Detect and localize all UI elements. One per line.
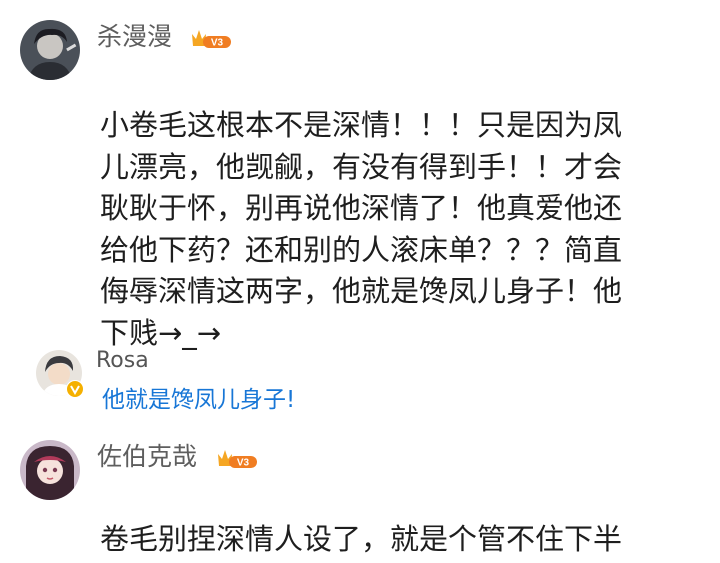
comment-text-line: 侮辱深情这两字，他就是馋凤儿身子！他 xyxy=(100,274,623,308)
svg-text:V3: V3 xyxy=(237,458,250,469)
crown-icon: V3 xyxy=(192,30,231,49)
avatar[interactable] xyxy=(20,440,80,500)
verified-v-icon xyxy=(66,380,84,398)
comment-username[interactable]: 杀漫漫 xyxy=(97,22,172,52)
comment-text-line: 给他下药？还和别的人滚床单？？？简直 xyxy=(100,232,623,267)
comment-username[interactable]: 佐伯克哉 xyxy=(97,442,197,472)
avatar[interactable] xyxy=(20,20,80,80)
svg-text:V3: V3 xyxy=(211,38,224,49)
reply-text[interactable]: 他就是馋凤儿身子! xyxy=(102,386,295,414)
crown-icon: V3 xyxy=(218,450,257,469)
comment-text-line: 卷毛别捏深情人设了，就是个管不住下半 xyxy=(100,522,623,556)
avatar-image xyxy=(20,20,80,80)
reply-username[interactable]: Rosa xyxy=(96,348,149,374)
comment-text-line: 儿漂亮，他觊觎，有没有得到手！！才会 xyxy=(100,149,623,184)
vip-level-badge: V3 xyxy=(216,446,258,474)
comment-text-line: 耿耿于怀，别再说他深情了！他真爱他还 xyxy=(100,191,623,225)
comment-text-line: 小卷毛这根本不是深情！！！只是因为凤 xyxy=(100,108,623,142)
avatar-image xyxy=(20,440,80,500)
vip-level-badge: V3 xyxy=(190,26,232,54)
